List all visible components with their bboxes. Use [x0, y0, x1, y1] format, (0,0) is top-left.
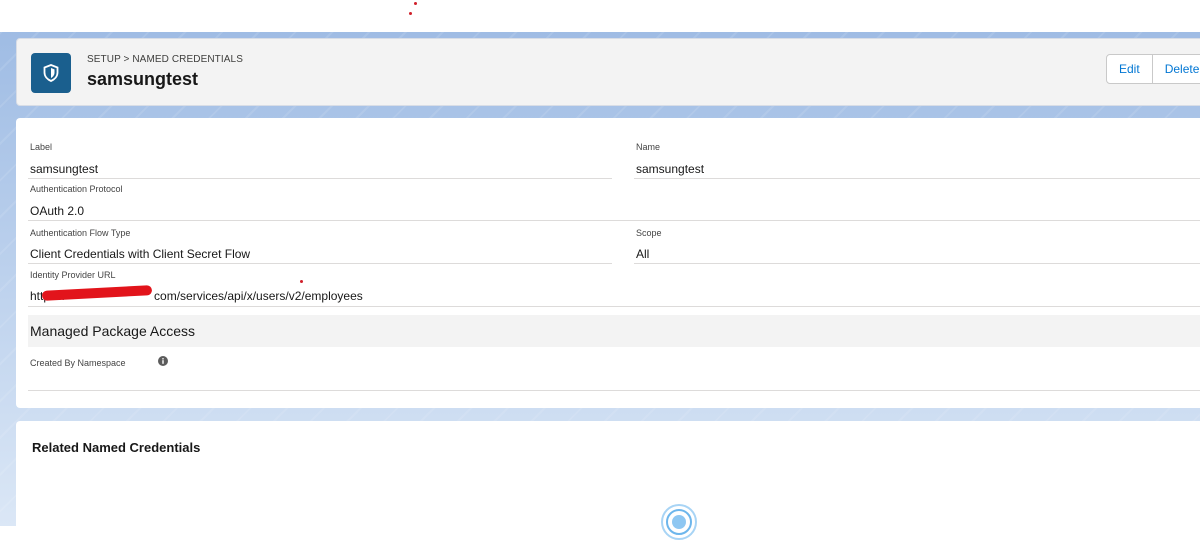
breadcrumb[interactable]: SETUP > NAMED CREDENTIALS [87, 54, 243, 65]
field-divider [28, 178, 612, 179]
field-divider [634, 178, 1200, 179]
field-divider [634, 263, 1200, 264]
scope-label: Scope [636, 228, 662, 238]
action-buttons: Edit Delete [1106, 54, 1200, 84]
field-divider [28, 306, 1200, 307]
idp-url-label: Identity Provider URL [30, 270, 116, 280]
field-divider [28, 220, 1200, 221]
auth-protocol-value: OAuth 2.0 [30, 204, 85, 218]
annotation-dot [409, 12, 412, 15]
shield-icon [31, 53, 71, 93]
spinner-icon [661, 504, 697, 540]
name-field-label: Name [636, 142, 661, 152]
info-icon[interactable] [158, 356, 168, 366]
record-header: SETUP > NAMED CREDENTIALS samsungtest Ed… [16, 38, 1200, 106]
idp-url-suffix: com/services/api/x/users/v2/employees [154, 289, 363, 303]
edit-button[interactable]: Edit [1106, 54, 1153, 84]
annotation-dot [414, 2, 417, 5]
label-field-label: Label [30, 142, 53, 152]
detail-panel: Label samsungtest Name samsungtest Authe… [16, 118, 1200, 408]
auth-protocol-label: Authentication Protocol [30, 184, 123, 194]
related-named-credentials-card: Related Named Credentials [16, 421, 1200, 540]
label-field-value: samsungtest [30, 162, 99, 176]
annotation-dot [300, 280, 303, 283]
delete-button[interactable]: Delete [1152, 54, 1200, 84]
managed-package-section[interactable]: Managed Package Access [28, 315, 1200, 347]
auth-flow-value: Client Credentials with Client Secret Fl… [30, 247, 251, 261]
scope-value: All [636, 247, 650, 261]
field-divider [28, 263, 612, 264]
created-by-namespace-label: Created By Namespace [30, 358, 126, 368]
field-divider [28, 390, 1200, 391]
page-title: samsungtest [87, 69, 199, 89]
name-field-value: samsungtest [636, 162, 705, 176]
related-title: Related Named Credentials [32, 440, 201, 455]
auth-flow-label: Authentication Flow Type [30, 228, 131, 238]
